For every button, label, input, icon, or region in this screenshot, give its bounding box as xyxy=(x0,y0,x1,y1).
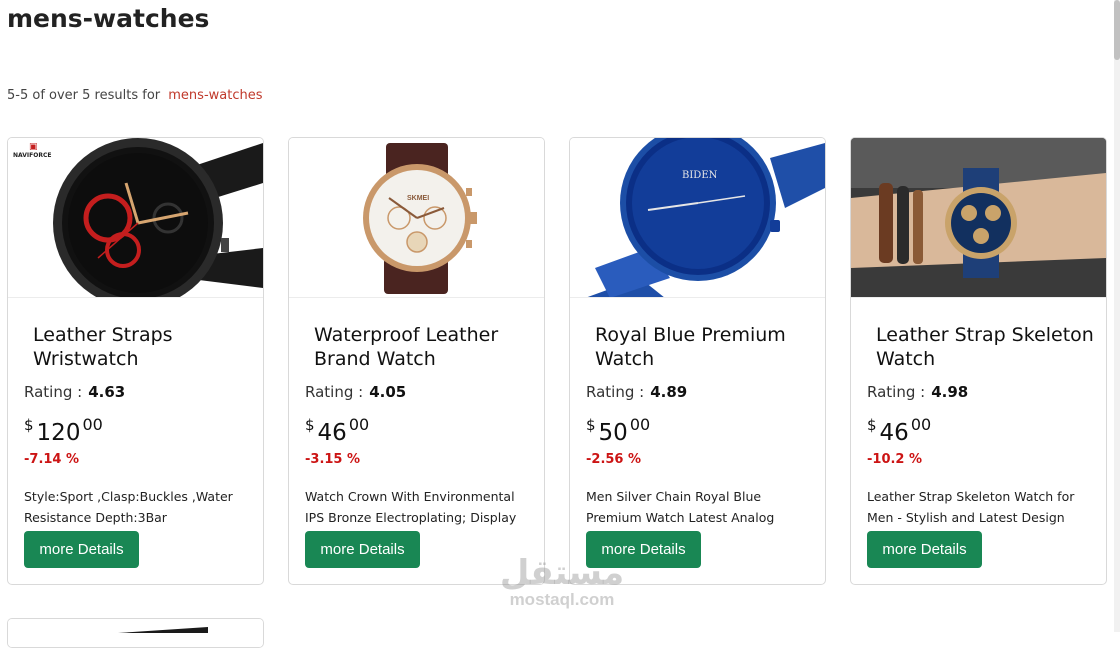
product-description: Men Silver Chain Royal Blue Premium Watc… xyxy=(586,489,775,525)
results-summary: 5-5 of over 5 results for mens-watches xyxy=(7,88,262,103)
product-rating: Rating : 4.89 xyxy=(586,383,687,401)
price-whole: 50 xyxy=(598,420,628,446)
price-currency: $ xyxy=(24,416,34,434)
brand-mark-icon: ▣ xyxy=(29,142,38,152)
product-card[interactable]: SKMEI Waterproof Leather Brand Watch Rat… xyxy=(288,137,545,585)
product-image[interactable] xyxy=(8,619,263,648)
product-card[interactable]: ▣ NAVIFORCE Leather Straps Wristwatch Ra… xyxy=(7,137,264,585)
page-title: mens-watches xyxy=(7,4,210,33)
product-discount: -3.15 % xyxy=(305,452,361,467)
more-details-button[interactable]: more Details xyxy=(586,531,701,568)
product-rating: Rating : 4.05 xyxy=(305,383,406,401)
product-price: $46 00 xyxy=(305,414,370,446)
product-description: Style:Sport ,Clasp:Buckles ,Water Resist… xyxy=(24,489,233,525)
product-rating: Rating : 4.63 xyxy=(24,383,125,401)
rating-value: 4.89 xyxy=(650,383,688,401)
product-discount: -2.56 % xyxy=(586,452,642,467)
price-cents: 00 xyxy=(348,415,370,434)
rating-value: 4.05 xyxy=(369,383,407,401)
product-card[interactable] xyxy=(7,618,264,648)
product-price: $50 00 xyxy=(586,414,651,446)
watermark-latin: mostaql.com xyxy=(509,590,615,609)
brand-name: BIDEN xyxy=(682,170,718,181)
product-image[interactable]: ▣ NAVIFORCE xyxy=(8,138,263,298)
more-details-button[interactable]: more Details xyxy=(24,531,139,568)
price-currency: $ xyxy=(867,416,877,434)
product-discount: -7.14 % xyxy=(24,452,80,467)
rating-value: 4.98 xyxy=(931,383,969,401)
rating-label: Rating : xyxy=(867,383,926,401)
rating-label: Rating : xyxy=(24,383,83,401)
price-whole: 46 xyxy=(317,420,347,446)
price-whole: 120 xyxy=(36,420,81,446)
product-card[interactable]: Leather Strap Skeleton Watch Rating : 4.9… xyxy=(850,137,1107,585)
price-cents: 00 xyxy=(910,415,932,434)
brand-name: SKMEI xyxy=(407,195,429,202)
product-image[interactable] xyxy=(851,138,1106,298)
product-description: Leather Strap Skeleton Watch for Men - S… xyxy=(867,489,1075,525)
brand-name: NAVIFORCE xyxy=(13,152,52,159)
more-details-button[interactable]: more Details xyxy=(305,531,420,568)
price-cents: 00 xyxy=(82,415,103,434)
product-price: $46 00 xyxy=(867,414,932,446)
product-name[interactable]: Leather Straps Wristwatch xyxy=(32,323,258,371)
product-name[interactable]: Waterproof Leather Brand Watch xyxy=(313,323,539,371)
price-currency: $ xyxy=(305,416,315,434)
product-description: Watch Crown With Environmental IPS Bronz… xyxy=(305,489,517,525)
scrollbar-thumb[interactable] xyxy=(1114,0,1120,60)
price-currency: $ xyxy=(586,416,596,434)
product-price: $120 00 xyxy=(24,414,103,446)
more-details-button[interactable]: more Details xyxy=(867,531,982,568)
price-whole: 46 xyxy=(879,420,909,446)
product-card[interactable]: BIDEN Royal Blue Premium Watch Rating : 4… xyxy=(569,137,826,585)
product-name[interactable]: Leather Strap Skeleton Watch xyxy=(875,323,1101,371)
product-name[interactable]: Royal Blue Premium Watch xyxy=(594,323,820,371)
product-rating: Rating : 4.98 xyxy=(867,383,968,401)
results-search-term: mens-watches xyxy=(168,88,263,103)
page-scrollbar[interactable] xyxy=(1114,0,1120,632)
product-image[interactable]: SKMEI xyxy=(289,138,544,298)
rating-value: 4.63 xyxy=(88,383,126,401)
product-discount: -10.2 % xyxy=(867,452,923,467)
brand-logo: ▣ NAVIFORCE xyxy=(13,142,51,159)
results-count-text: 5-5 of over 5 results for xyxy=(7,88,161,103)
product-image[interactable]: BIDEN xyxy=(570,138,825,298)
rating-label: Rating : xyxy=(586,383,645,401)
rating-label: Rating : xyxy=(305,383,364,401)
price-cents: 00 xyxy=(629,415,651,434)
